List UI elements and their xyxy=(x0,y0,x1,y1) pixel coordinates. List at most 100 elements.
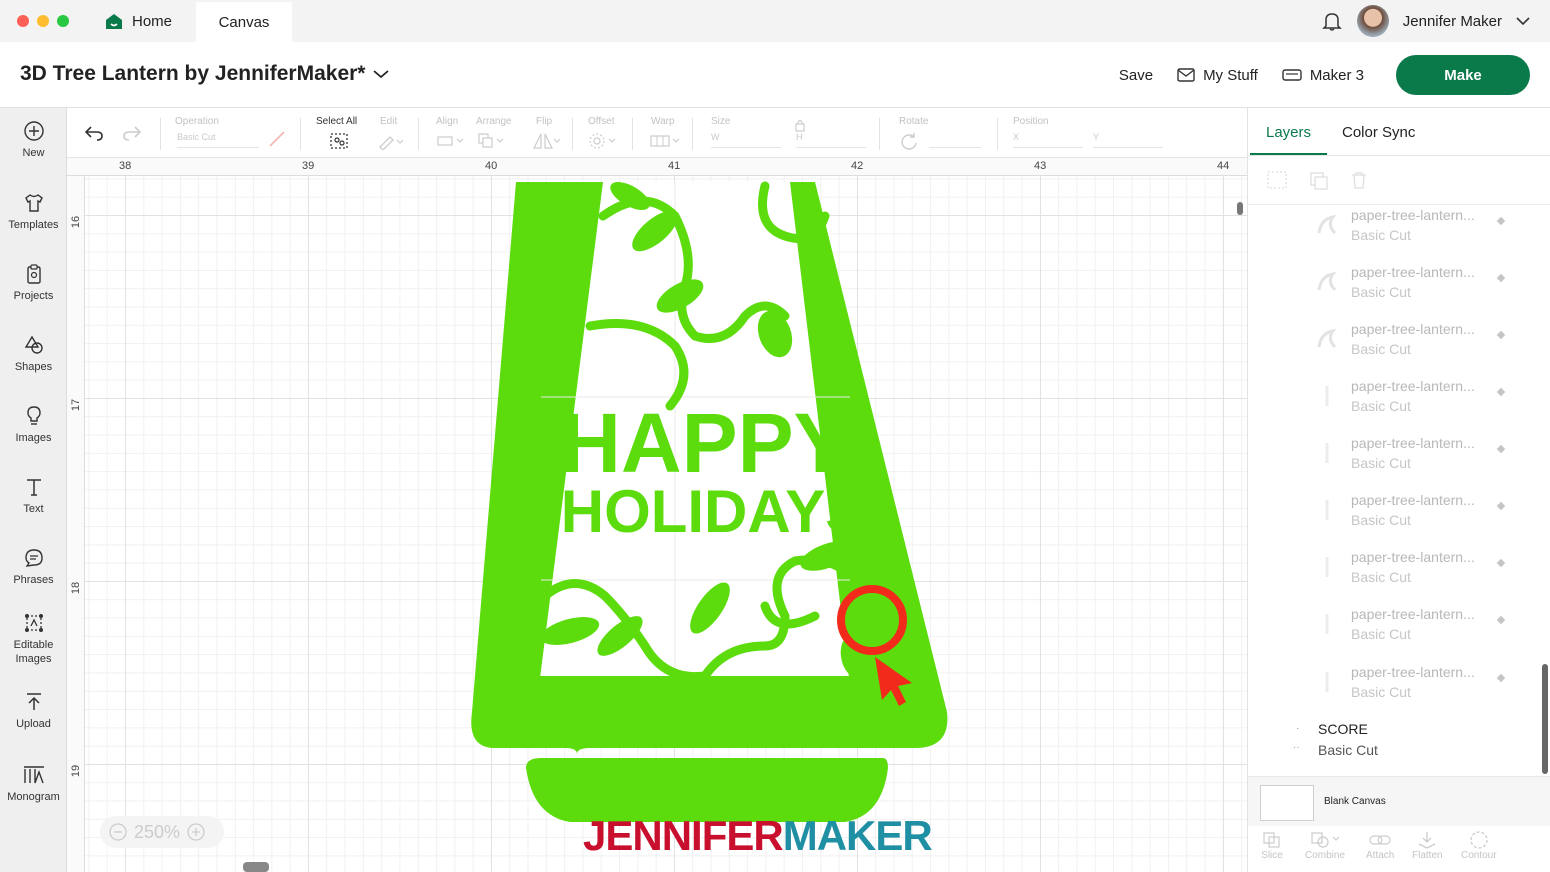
zoom-out-icon[interactable] xyxy=(108,822,128,842)
toolbar-templates[interactable]: Templates xyxy=(0,192,67,232)
window-minimize-button[interactable] xyxy=(37,15,49,27)
my-stuff-button[interactable]: My Stuff xyxy=(1177,67,1258,84)
layer-visibility-dot[interactable] xyxy=(1496,444,1506,454)
toolbar-text[interactable]: Text xyxy=(0,476,67,516)
position-x-input[interactable]: X xyxy=(1013,132,1083,148)
ruler-mark: 39 xyxy=(302,160,315,172)
layer-row[interactable]: paper-tree-lantern... Basic Cut xyxy=(1248,606,1538,663)
layer-row[interactable]: paper-tree-lantern... Basic Cut xyxy=(1248,664,1538,721)
zoom-in-icon[interactable] xyxy=(186,822,206,842)
blank-canvas-swatch[interactable] xyxy=(1260,785,1314,821)
layer-operation: Basic Cut xyxy=(1351,455,1411,471)
avatar[interactable] xyxy=(1356,5,1389,37)
layer-name: paper-tree-lantern... xyxy=(1351,321,1475,337)
warp-label: Warp xyxy=(651,116,675,127)
pos-y-prefix: Y xyxy=(1093,132,1100,142)
toolbar-phrases[interactable]: Phrases xyxy=(0,547,67,587)
rotate-input[interactable] xyxy=(929,132,981,148)
edit-label: Edit xyxy=(380,116,398,127)
vertical-scrollbar[interactable] xyxy=(1237,202,1243,215)
layer-name: paper-tree-lantern... xyxy=(1351,606,1475,622)
blank-canvas-row[interactable]: Blank Canvas xyxy=(1248,776,1550,826)
redo-icon[interactable] xyxy=(121,124,143,142)
group-icon[interactable] xyxy=(1266,170,1288,190)
toolbar-editable-images[interactable]: Editable Images xyxy=(0,612,67,666)
score-layer-row[interactable]: · SCORE ·· Basic Cut xyxy=(1248,721,1538,778)
trash-icon[interactable] xyxy=(1349,170,1369,190)
window-close-button[interactable] xyxy=(17,15,29,27)
lock-icon[interactable] xyxy=(794,118,806,132)
layer-visibility-dot[interactable] xyxy=(1496,615,1506,625)
user-name[interactable]: Jennifer Maker xyxy=(1403,13,1502,30)
layer-row[interactable]: paper-tree-lantern... Basic Cut xyxy=(1248,264,1538,321)
toolbar-projects[interactable]: Projects xyxy=(0,263,67,303)
operation-select[interactable]: Basic Cut xyxy=(177,132,259,148)
layer-visibility-dot[interactable] xyxy=(1496,330,1506,340)
layer-name: paper-tree-lantern... xyxy=(1351,378,1475,394)
height-input[interactable]: H xyxy=(796,132,866,148)
slice-button[interactable]: Slice xyxy=(1261,830,1283,861)
rotate-icon[interactable] xyxy=(899,132,919,150)
undo-icon[interactable] xyxy=(83,124,105,142)
make-button[interactable]: Make xyxy=(1396,55,1530,95)
design-canvas[interactable]: HAPPY HOLIDAYS JENNIFERMAKER 250% xyxy=(85,176,1247,872)
speech-bubble-icon xyxy=(24,549,43,567)
select-all-icon[interactable] xyxy=(329,132,349,150)
contour-button[interactable]: Contour xyxy=(1461,830,1497,861)
layer-thumbnail-icon xyxy=(1325,614,1329,634)
layer-operation: Basic Cut xyxy=(1351,512,1411,528)
toolbar-divider xyxy=(997,118,998,150)
layer-row[interactable]: paper-tree-lantern... Basic Cut xyxy=(1248,378,1538,435)
toolbar-images[interactable]: Images xyxy=(0,405,67,445)
edit-pen-icon[interactable] xyxy=(377,132,403,150)
layer-operation: Basic Cut xyxy=(1351,341,1411,357)
tab-home[interactable]: Home xyxy=(96,0,196,42)
flip-icon[interactable] xyxy=(531,132,561,150)
layer-row[interactable]: paper-tree-lantern... Basic Cut xyxy=(1248,321,1538,378)
layer-row[interactable]: paper-tree-lantern... Basic Cut xyxy=(1248,207,1538,264)
art-text-happy: HAPPY xyxy=(560,396,849,490)
toolbar-divider xyxy=(632,118,633,150)
arrange-icon[interactable] xyxy=(477,132,505,150)
pen-color-icon[interactable] xyxy=(266,130,288,148)
duplicate-icon[interactable] xyxy=(1308,170,1330,190)
position-y-input[interactable]: Y xyxy=(1093,132,1163,148)
layer-visibility-dot[interactable] xyxy=(1496,273,1506,283)
toolbar-divider xyxy=(300,118,301,150)
toolbar-shapes-label: Shapes xyxy=(14,361,53,373)
layer-row[interactable]: paper-tree-lantern... Basic Cut xyxy=(1248,549,1538,606)
toolbar-new[interactable]: New xyxy=(0,120,67,160)
panel-scrollbar[interactable] xyxy=(1542,664,1548,774)
chevron-down-icon[interactable] xyxy=(1516,16,1530,26)
tab-layers[interactable]: Layers xyxy=(1266,124,1311,141)
lantern-design[interactable]: HAPPY HOLIDAYS xyxy=(85,176,1247,872)
layer-visibility-dot[interactable] xyxy=(1496,216,1506,226)
toolbar-divider xyxy=(418,118,419,150)
layer-row[interactable]: paper-tree-lantern... Basic Cut xyxy=(1248,492,1538,549)
project-title[interactable]: 3D Tree Lantern by JenniferMaker* xyxy=(20,62,390,86)
combine-button[interactable]: Combine xyxy=(1305,830,1345,861)
layer-visibility-dot[interactable] xyxy=(1496,673,1506,683)
window-maximize-button[interactable] xyxy=(57,15,69,27)
offset-icon[interactable] xyxy=(587,132,617,150)
bell-icon[interactable] xyxy=(1321,10,1343,32)
layer-row[interactable]: paper-tree-lantern... Basic Cut xyxy=(1248,435,1538,492)
toolbar-upload[interactable]: Upload xyxy=(0,691,67,731)
width-input[interactable]: W xyxy=(711,132,781,148)
layer-visibility-dot[interactable] xyxy=(1496,501,1506,511)
tab-color-sync[interactable]: Color Sync xyxy=(1342,124,1415,141)
layer-visibility-dot[interactable] xyxy=(1496,387,1506,397)
save-button[interactable]: Save xyxy=(1119,67,1153,84)
horizontal-scrollbar[interactable] xyxy=(243,862,269,872)
toolbar-shapes[interactable]: Shapes xyxy=(0,334,67,374)
position-label: Position xyxy=(1013,116,1049,127)
layer-operation: Basic Cut xyxy=(1351,284,1411,300)
tab-canvas[interactable]: Canvas xyxy=(196,2,292,42)
warp-icon[interactable] xyxy=(649,134,681,148)
machine-selector[interactable]: Maker 3 xyxy=(1282,67,1364,84)
flatten-button[interactable]: Flatten xyxy=(1412,830,1443,861)
toolbar-monogram[interactable]: Monogram xyxy=(0,764,67,804)
align-icon[interactable] xyxy=(436,134,464,148)
layer-visibility-dot[interactable] xyxy=(1496,558,1506,568)
attach-button[interactable]: Attach xyxy=(1366,830,1394,861)
